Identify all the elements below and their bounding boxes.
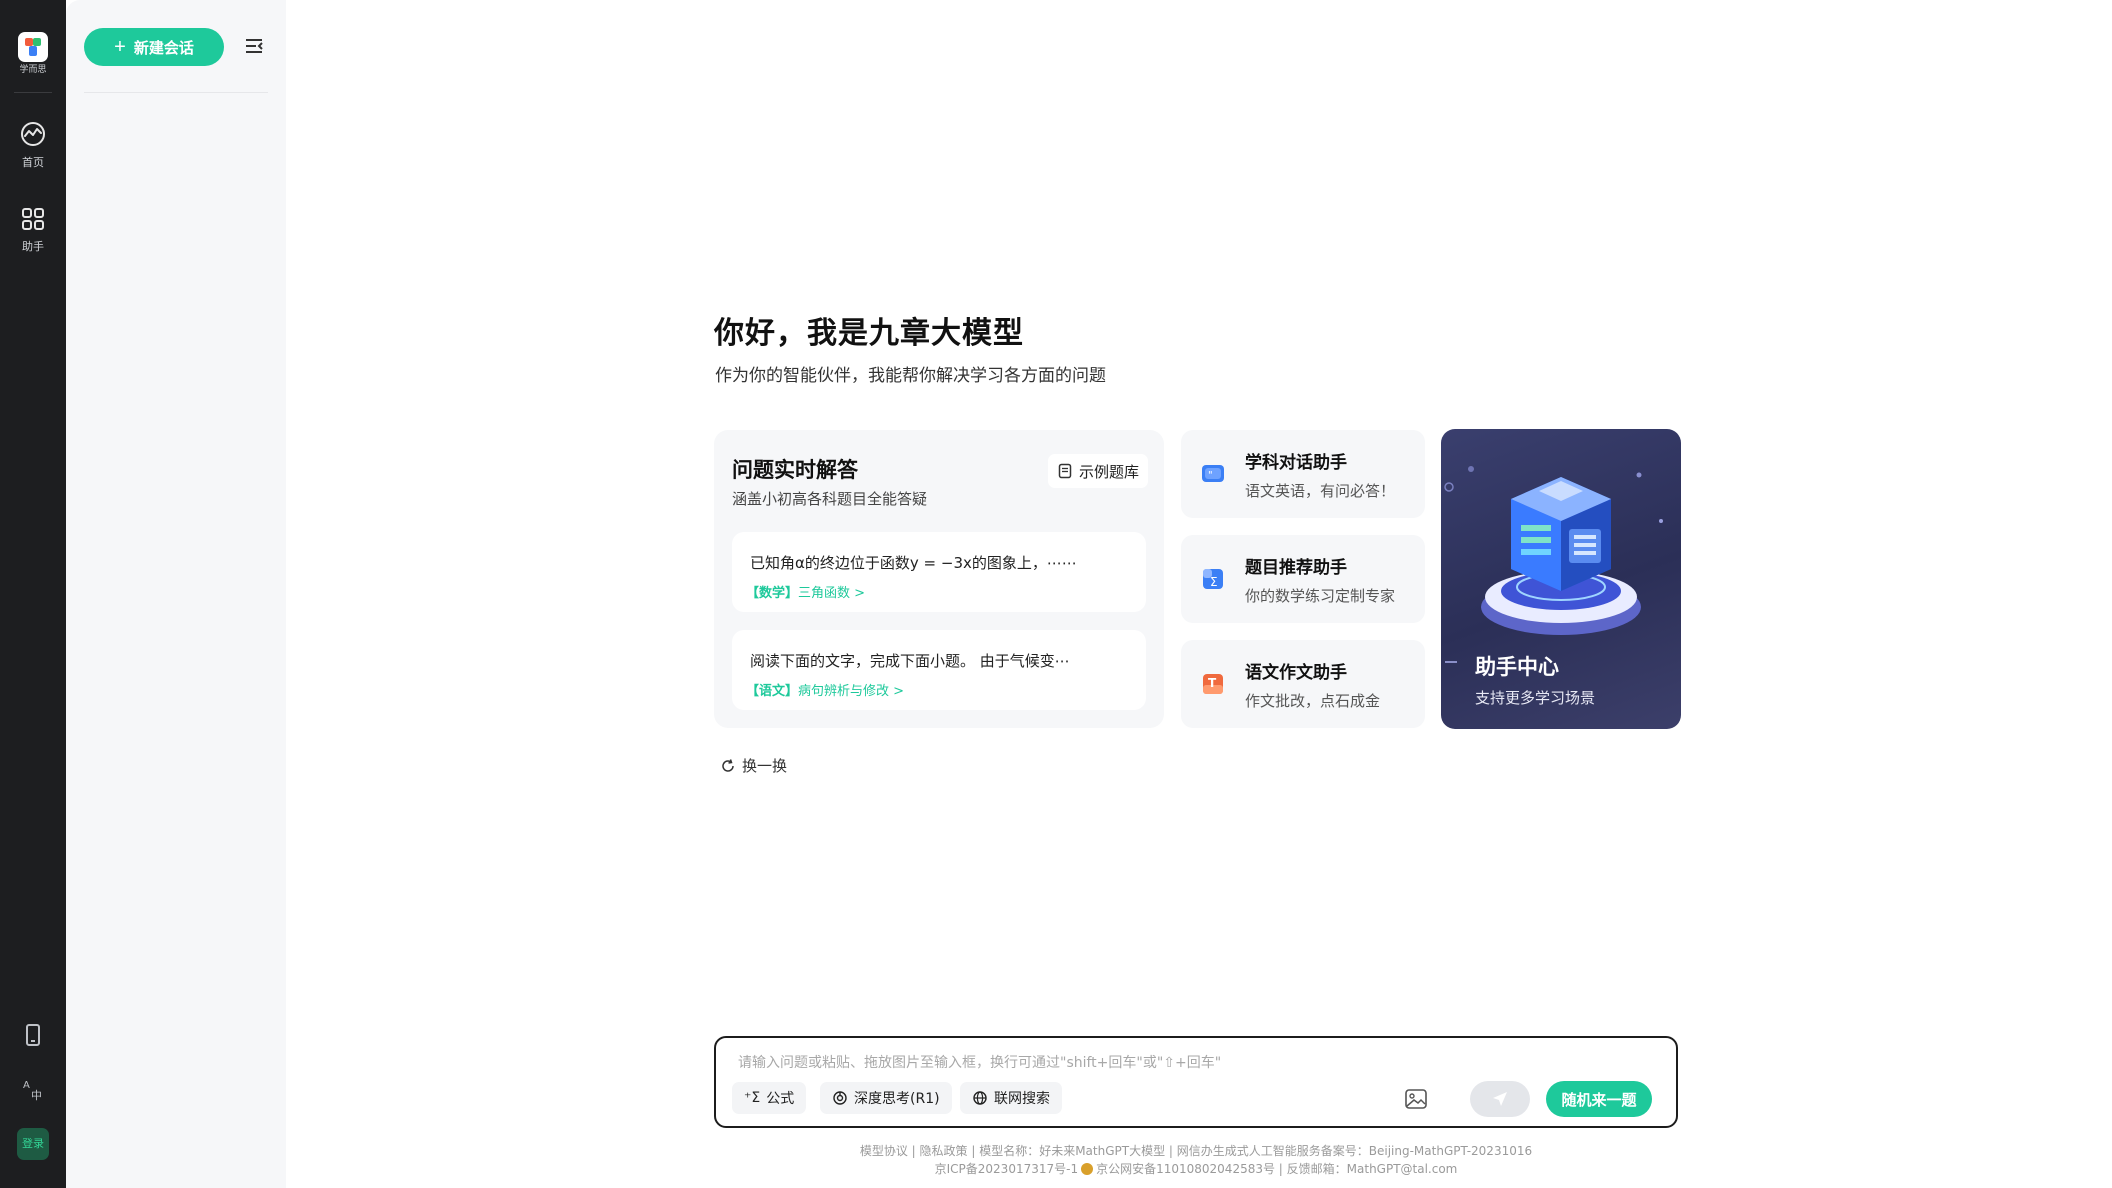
home-activity-icon	[21, 122, 45, 146]
image-upload-icon[interactable]	[1404, 1088, 1428, 1110]
assistant-desc: 你的数学练习定制专家	[1245, 587, 1396, 605]
topic-link[interactable]: 三角函数 >	[798, 586, 865, 601]
deep-think-label: 深度思考(R1)	[854, 1091, 940, 1107]
subject-tag: 【语文】	[746, 684, 799, 699]
icp-record-link[interactable]: 京ICP备2023017317号-1	[935, 1162, 1078, 1176]
rail-item-home[interactable]: 首页	[0, 120, 66, 170]
mobile-icon[interactable]	[20, 1022, 46, 1048]
deep-think-icon	[833, 1091, 847, 1105]
web-search-label: 联网搜索	[994, 1091, 1050, 1107]
police-record-link[interactable]: 京公网安备11010802042583号 | 反馈邮箱：MathGPT@tal.…	[1096, 1162, 1457, 1176]
rail-item-assistant[interactable]: 助手	[0, 206, 66, 254]
login-button[interactable]: 登录	[17, 1128, 49, 1160]
subject-chat-assistant-card[interactable]: " 学科对话助手 语文英语，有问必答！	[1181, 430, 1425, 518]
formula-label: 公式	[766, 1091, 795, 1107]
svg-text:A: A	[23, 1080, 30, 1091]
qa-card-subtitle: 涵盖小初高各科题目全能答疑	[732, 490, 928, 508]
send-button[interactable]	[1470, 1081, 1530, 1117]
translate-icon[interactable]: A 中	[20, 1076, 46, 1102]
sigma-icon: Σ	[1203, 569, 1223, 589]
chat-icon: "	[1202, 465, 1224, 482]
essay-icon: T	[1203, 674, 1223, 694]
example-bank-label: 示例题库	[1078, 462, 1139, 481]
hub-title: 助手中心	[1475, 655, 1559, 679]
question-text: 阅读下面的文字，完成下面小题。 由于气候变⋯	[750, 652, 1070, 670]
qa-card-title: 问题实时解答	[732, 458, 858, 482]
assistant-hub-card[interactable]: 助手中心 支持更多学习场景	[1441, 429, 1681, 729]
chat-composer: ⁺Σ 公式 深度思考(R1) 联网搜索	[714, 1036, 1678, 1128]
brand-name: 学而思	[19, 65, 47, 75]
svg-text:中: 中	[31, 1089, 42, 1102]
main-area: 你好，我是九章大模型 作为你的智能伙伴，我能帮你解决学习各方面的问题 问题实时解…	[286, 0, 2112, 1188]
collapse-sidebar-icon[interactable]	[242, 34, 266, 58]
question-item[interactable]: 已知角α的终边位于函数y = −3x的图象上，⋯⋯ 【数学】三角函数 >	[732, 532, 1146, 612]
random-question-button[interactable]: 随机来一题	[1546, 1081, 1652, 1117]
web-search-toggle[interactable]: 联网搜索	[960, 1082, 1062, 1114]
refresh-button[interactable]: 换一换	[720, 755, 787, 776]
subject-tag: 【数学】	[746, 586, 799, 601]
rail-assistant-label: 助手	[22, 240, 44, 253]
left-rail: 学而思 首页 助手 A 中 登录	[0, 0, 66, 1188]
new-chat-label: 新建会话	[133, 39, 194, 57]
rail-divider	[14, 92, 52, 93]
svg-text:Σ: Σ	[1210, 575, 1218, 589]
hub-desc: 支持更多学习场景	[1475, 689, 1596, 707]
question-text: 已知角α的终边位于函数y = −3x的图象上，⋯⋯	[750, 554, 1077, 572]
question-tag: 【数学】三角函数 >	[746, 582, 865, 601]
greeting-title: 你好，我是九章大模型	[714, 316, 1024, 351]
hub-illustration	[1444, 466, 1663, 635]
send-icon	[1493, 1092, 1507, 1106]
plus-icon: +	[114, 36, 126, 58]
topic-link[interactable]: 病句辨析与修改 >	[798, 684, 904, 699]
question-input[interactable]	[736, 1050, 1640, 1076]
sigma-icon: ⁺Σ	[744, 1090, 761, 1106]
question-tag: 【语文】病句辨析与修改 >	[746, 680, 904, 699]
greeting-subtitle: 作为你的智能伙伴，我能帮你解决学习各方面的问题	[715, 366, 1106, 386]
footer-line-2: 京ICP备2023017317号-1 京公网安备11010802042583号 |…	[714, 1160, 1678, 1177]
hub-dash	[1445, 661, 1457, 663]
refresh-label: 换一换	[742, 757, 788, 775]
essay-assistant-card[interactable]: T 语文作文助手 作文批改，点石成金	[1181, 640, 1425, 728]
assistant-desc: 语文英语，有问必答！	[1245, 482, 1396, 500]
problem-recommend-assistant-card[interactable]: Σ 题目推荐助手 你的数学练习定制专家	[1181, 535, 1425, 623]
conversation-sidebar: + 新建会话	[66, 0, 286, 1188]
example-bank-button[interactable]: 示例题库	[1048, 454, 1148, 488]
app-logo[interactable]	[18, 32, 48, 62]
refresh-icon	[722, 758, 734, 772]
formula-button[interactable]: ⁺Σ 公式	[732, 1082, 807, 1114]
deep-think-toggle[interactable]: 深度思考(R1)	[820, 1082, 952, 1114]
question-item[interactable]: 阅读下面的文字，完成下面小题。 由于气候变⋯ 【语文】病句辨析与修改 >	[732, 630, 1146, 710]
realtime-qa-card: 问题实时解答 涵盖小初高各科题目全能答疑 示例题库 已知角α的终边位于函数y =…	[714, 430, 1164, 728]
police-badge-icon	[1081, 1163, 1094, 1175]
svg-text:": "	[1208, 470, 1213, 481]
globe-icon	[973, 1091, 987, 1105]
new-chat-button[interactable]: + 新建会话	[84, 28, 224, 66]
grid-icon	[22, 208, 44, 230]
assistant-title: 题目推荐助手	[1245, 558, 1347, 578]
svg-text:T: T	[1208, 676, 1217, 690]
assistant-title: 语文作文助手	[1245, 663, 1347, 683]
document-icon	[1058, 463, 1072, 479]
assistant-desc: 作文批改，点石成金	[1245, 692, 1381, 710]
rail-home-label: 首页	[22, 156, 44, 169]
footer-line-1: 模型协议 | 隐私政策 | 模型名称：好未来MathGPT大模型 | 网信办生成…	[859, 1144, 1533, 1158]
assistant-title: 学科对话助手	[1245, 453, 1347, 473]
sidebar-divider	[84, 92, 268, 93]
